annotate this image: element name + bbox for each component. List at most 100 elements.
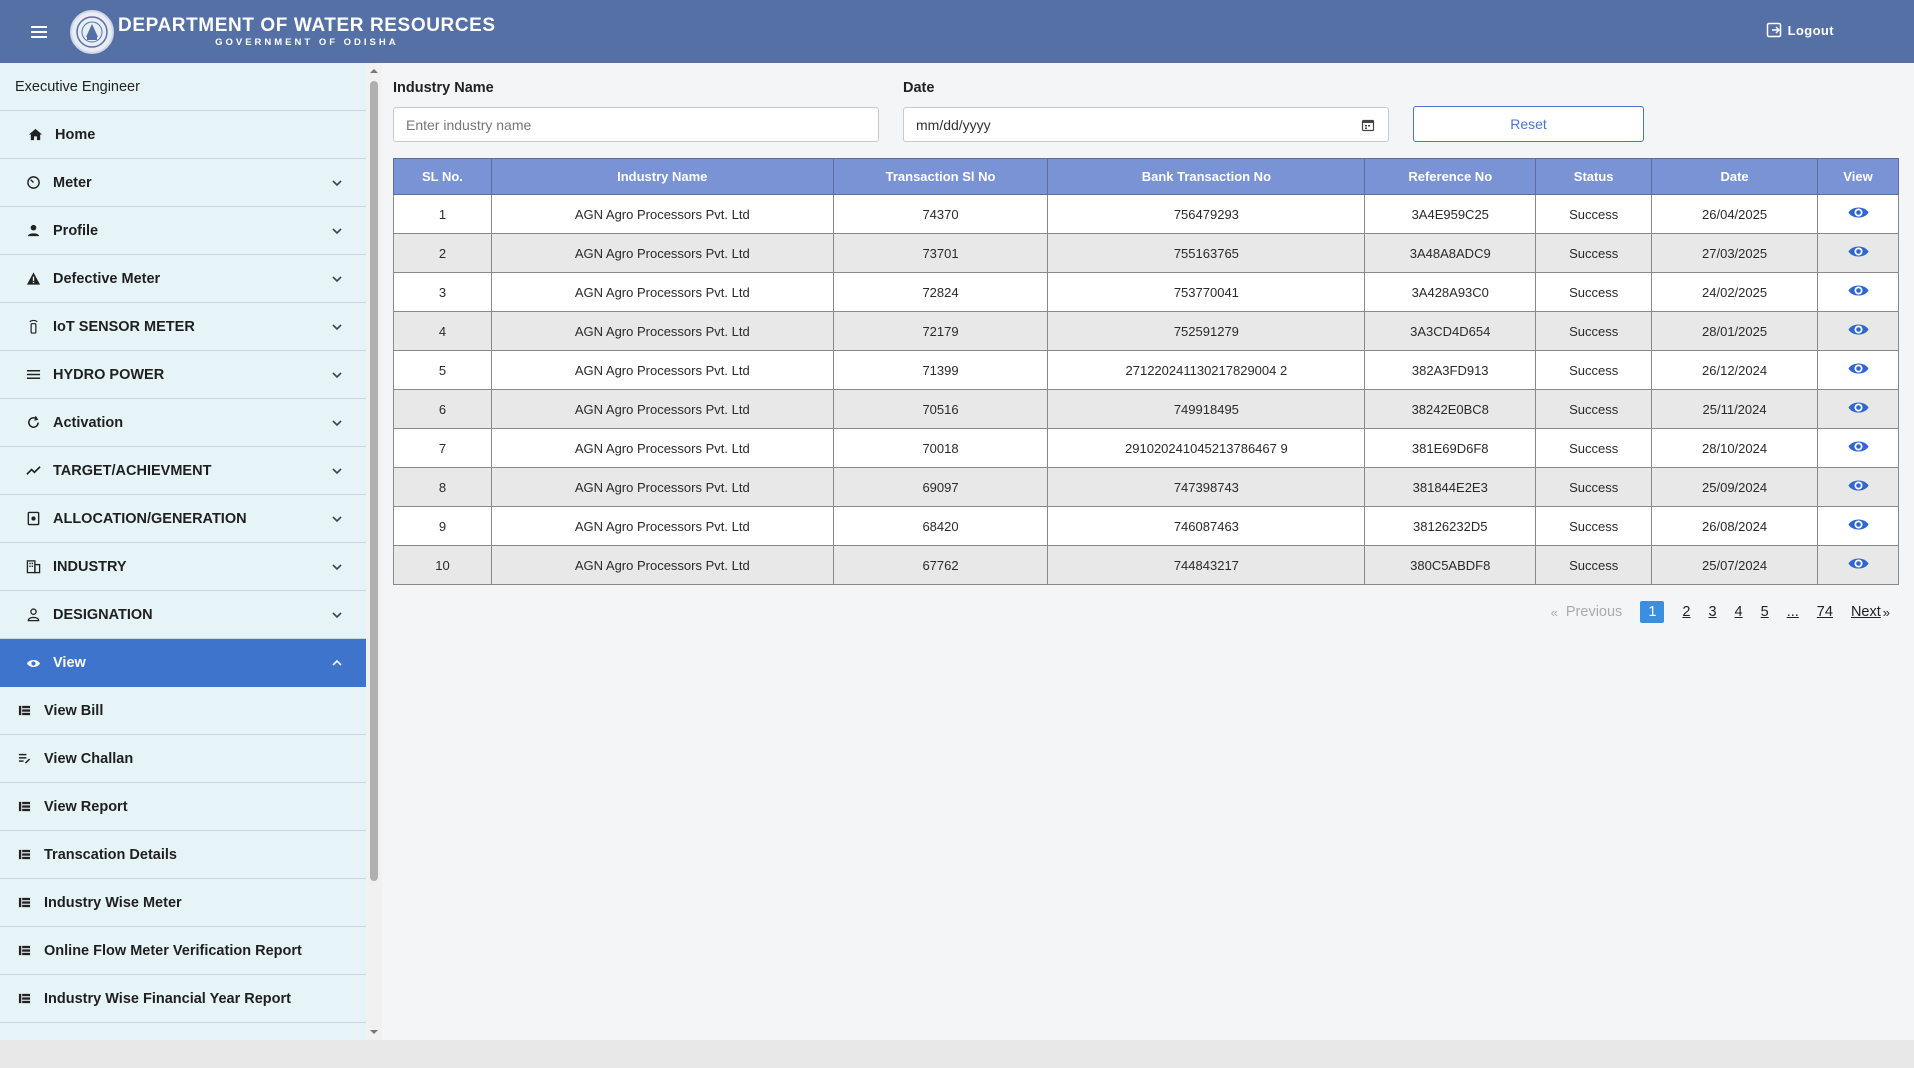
- sidebar-item-target-achievment[interactable]: TARGET/ACHIEVMENT: [0, 447, 366, 495]
- odisha-emblem-logo: [70, 9, 114, 54]
- scrollbar-thumb[interactable]: [370, 81, 378, 881]
- sidebar-subitem-label: Industry Wise Financial Year Report: [44, 990, 291, 1007]
- sidebar-item-home[interactable]: Home: [0, 111, 366, 159]
- eye-icon: [1847, 480, 1869, 491]
- cell-sl-no: 4: [393, 311, 492, 351]
- sidebar-item-designation[interactable]: DESIGNATION: [0, 591, 366, 639]
- sidebar-item-allocation-generation[interactable]: ALLOCATION/GENERATION: [0, 495, 366, 543]
- list-icon: [17, 848, 31, 862]
- next-page-button[interactable]: Next: [1851, 604, 1881, 620]
- industry-name-input[interactable]: [393, 107, 879, 142]
- table-row: 7 AGN Agro Processors Pvt. Ltd 70018 291020…: [393, 428, 1899, 468]
- logout-button[interactable]: Logout: [1766, 22, 1834, 38]
- view-eye-button[interactable]: [1846, 396, 1870, 420]
- sidebar-subitem-view-bill[interactable]: View Bill: [0, 687, 366, 735]
- brand-block: DEPARTMENT OF WATER RESOURCES GOVERNMENT…: [118, 15, 496, 49]
- sidebar-subitem-online-flow-meter-report[interactable]: Online Flow Meter Verification Report: [0, 927, 366, 975]
- table-header-row: SL No. Industry Name Transaction Sl No B…: [393, 158, 1899, 195]
- sidebar-subitem-industry-wise-meter[interactable]: Industry Wise Meter: [0, 879, 366, 927]
- chevron-down-icon: [332, 276, 342, 283]
- pagination: « Previous 1 2 3 4 5 ... 74 Next »: [1551, 601, 1890, 623]
- document-icon: [25, 511, 41, 527]
- sidebar-subitem-label: View Report: [44, 798, 128, 815]
- sidebar-subitem-view-report[interactable]: View Report: [0, 783, 366, 831]
- date-input[interactable]: mm/dd/yyyy: [903, 107, 1389, 142]
- sidebar-item-industry[interactable]: INDUSTRY: [0, 543, 366, 591]
- hamburger-menu-button[interactable]: [19, 12, 59, 52]
- eye-icon: [25, 655, 41, 671]
- page-button-2[interactable]: 2: [1682, 604, 1690, 620]
- cell-reference-no: 380C5ABDF8: [1364, 545, 1537, 585]
- sidebar-item-hydro-power[interactable]: HYDRO POWER: [0, 351, 366, 399]
- page-button-1[interactable]: 1: [1640, 601, 1665, 623]
- cell-transaction-sl-no: 72179: [832, 311, 1049, 351]
- column-header-transaction-sl-no[interactable]: Transaction Sl No: [832, 158, 1049, 195]
- scroll-up-arrow-icon[interactable]: [370, 67, 378, 75]
- next-arrow-icon: »: [1882, 604, 1890, 620]
- view-eye-button[interactable]: [1846, 513, 1870, 537]
- cell-sl-no: 3: [393, 272, 492, 312]
- view-eye-button[interactable]: [1846, 474, 1870, 498]
- column-header-sl-no[interactable]: SL No.: [393, 158, 492, 195]
- eye-icon: [1847, 363, 1869, 374]
- cell-status: Success: [1535, 506, 1653, 546]
- brand-title: DEPARTMENT OF WATER RESOURCES: [118, 14, 496, 36]
- eye-icon: [1847, 285, 1869, 296]
- cell-view: [1817, 467, 1899, 507]
- calendar-icon[interactable]: [1361, 118, 1375, 132]
- column-header-status[interactable]: Status: [1535, 158, 1653, 195]
- sidebar-item-label: DESIGNATION: [53, 606, 153, 623]
- cell-transaction-sl-no: 71399: [832, 350, 1049, 390]
- sidebar-item-profile[interactable]: Profile: [0, 207, 366, 255]
- chevron-down-icon: [332, 324, 342, 331]
- reset-button[interactable]: Reset: [1413, 106, 1644, 142]
- cell-reference-no: 3A428A93C0: [1364, 272, 1537, 312]
- sidebar-subitem-transcation-details[interactable]: Transcation Details: [0, 831, 366, 879]
- column-header-reference-no[interactable]: Reference No: [1364, 158, 1537, 195]
- page-button-74[interactable]: 74: [1817, 604, 1833, 620]
- view-eye-button[interactable]: [1846, 552, 1870, 576]
- view-eye-button[interactable]: [1846, 240, 1870, 264]
- sidebar-item-label: INDUSTRY: [53, 558, 127, 575]
- sidebar-item-activation[interactable]: Activation: [0, 399, 366, 447]
- cell-view: [1817, 389, 1899, 429]
- cell-reference-no: 381E69D6F8: [1364, 428, 1537, 468]
- column-header-bank-transaction-no[interactable]: Bank Transaction No: [1047, 158, 1366, 195]
- sidebar-item-view[interactable]: View: [0, 639, 366, 687]
- page-button-3[interactable]: 3: [1708, 604, 1716, 620]
- view-eye-button[interactable]: [1846, 435, 1870, 459]
- cell-status: Success: [1535, 428, 1653, 468]
- chevron-down-icon: [332, 516, 342, 523]
- sidebar-scrollbar[interactable]: [366, 63, 382, 1040]
- sidebar-item-label: Defective Meter: [53, 270, 161, 287]
- sidebar-subitem-view-challan[interactable]: View Challan: [0, 735, 366, 783]
- sidebar-item-label: HYDRO POWER: [53, 366, 165, 383]
- sidebar-item-meter[interactable]: Meter: [0, 159, 366, 207]
- cell-sl-no: 7: [393, 428, 492, 468]
- cell-transaction-sl-no: 68420: [832, 506, 1049, 546]
- page-button-5[interactable]: 5: [1761, 604, 1769, 620]
- view-eye-button[interactable]: [1846, 318, 1870, 342]
- cell-transaction-sl-no: 74370: [832, 194, 1049, 234]
- cell-bank-transaction-no: 752591279: [1047, 311, 1366, 351]
- edit-list-icon: [17, 752, 31, 766]
- sidebar-subitem-industry-wise-fy-report[interactable]: Industry Wise Financial Year Report: [0, 975, 366, 1023]
- page-button-4[interactable]: 4: [1735, 604, 1743, 620]
- table-row: 5 AGN Agro Processors Pvt. Ltd 71399 271220…: [393, 350, 1899, 390]
- sensor-icon: [25, 319, 41, 335]
- column-header-date[interactable]: Date: [1651, 158, 1818, 195]
- column-header-industry-name[interactable]: Industry Name: [490, 158, 834, 195]
- building-icon: [25, 559, 41, 575]
- previous-page-button[interactable]: Previous: [1566, 604, 1622, 620]
- view-eye-button[interactable]: [1846, 201, 1870, 225]
- eye-icon: [1847, 246, 1869, 257]
- sidebar-item-iot-sensor-meter[interactable]: IoT SENSOR METER: [0, 303, 366, 351]
- table-row: 4 AGN Agro Processors Pvt. Ltd 72179 752591…: [393, 311, 1899, 351]
- sidebar-item-defective-meter[interactable]: Defective Meter: [0, 255, 366, 303]
- view-eye-button[interactable]: [1846, 357, 1870, 381]
- scroll-down-arrow-icon[interactable]: [370, 1028, 378, 1036]
- logout-label: Logout: [1787, 22, 1834, 38]
- view-eye-button[interactable]: [1846, 279, 1870, 303]
- cell-transaction-sl-no: 67762: [832, 545, 1049, 585]
- cell-date: 26/08/2024: [1651, 506, 1818, 546]
